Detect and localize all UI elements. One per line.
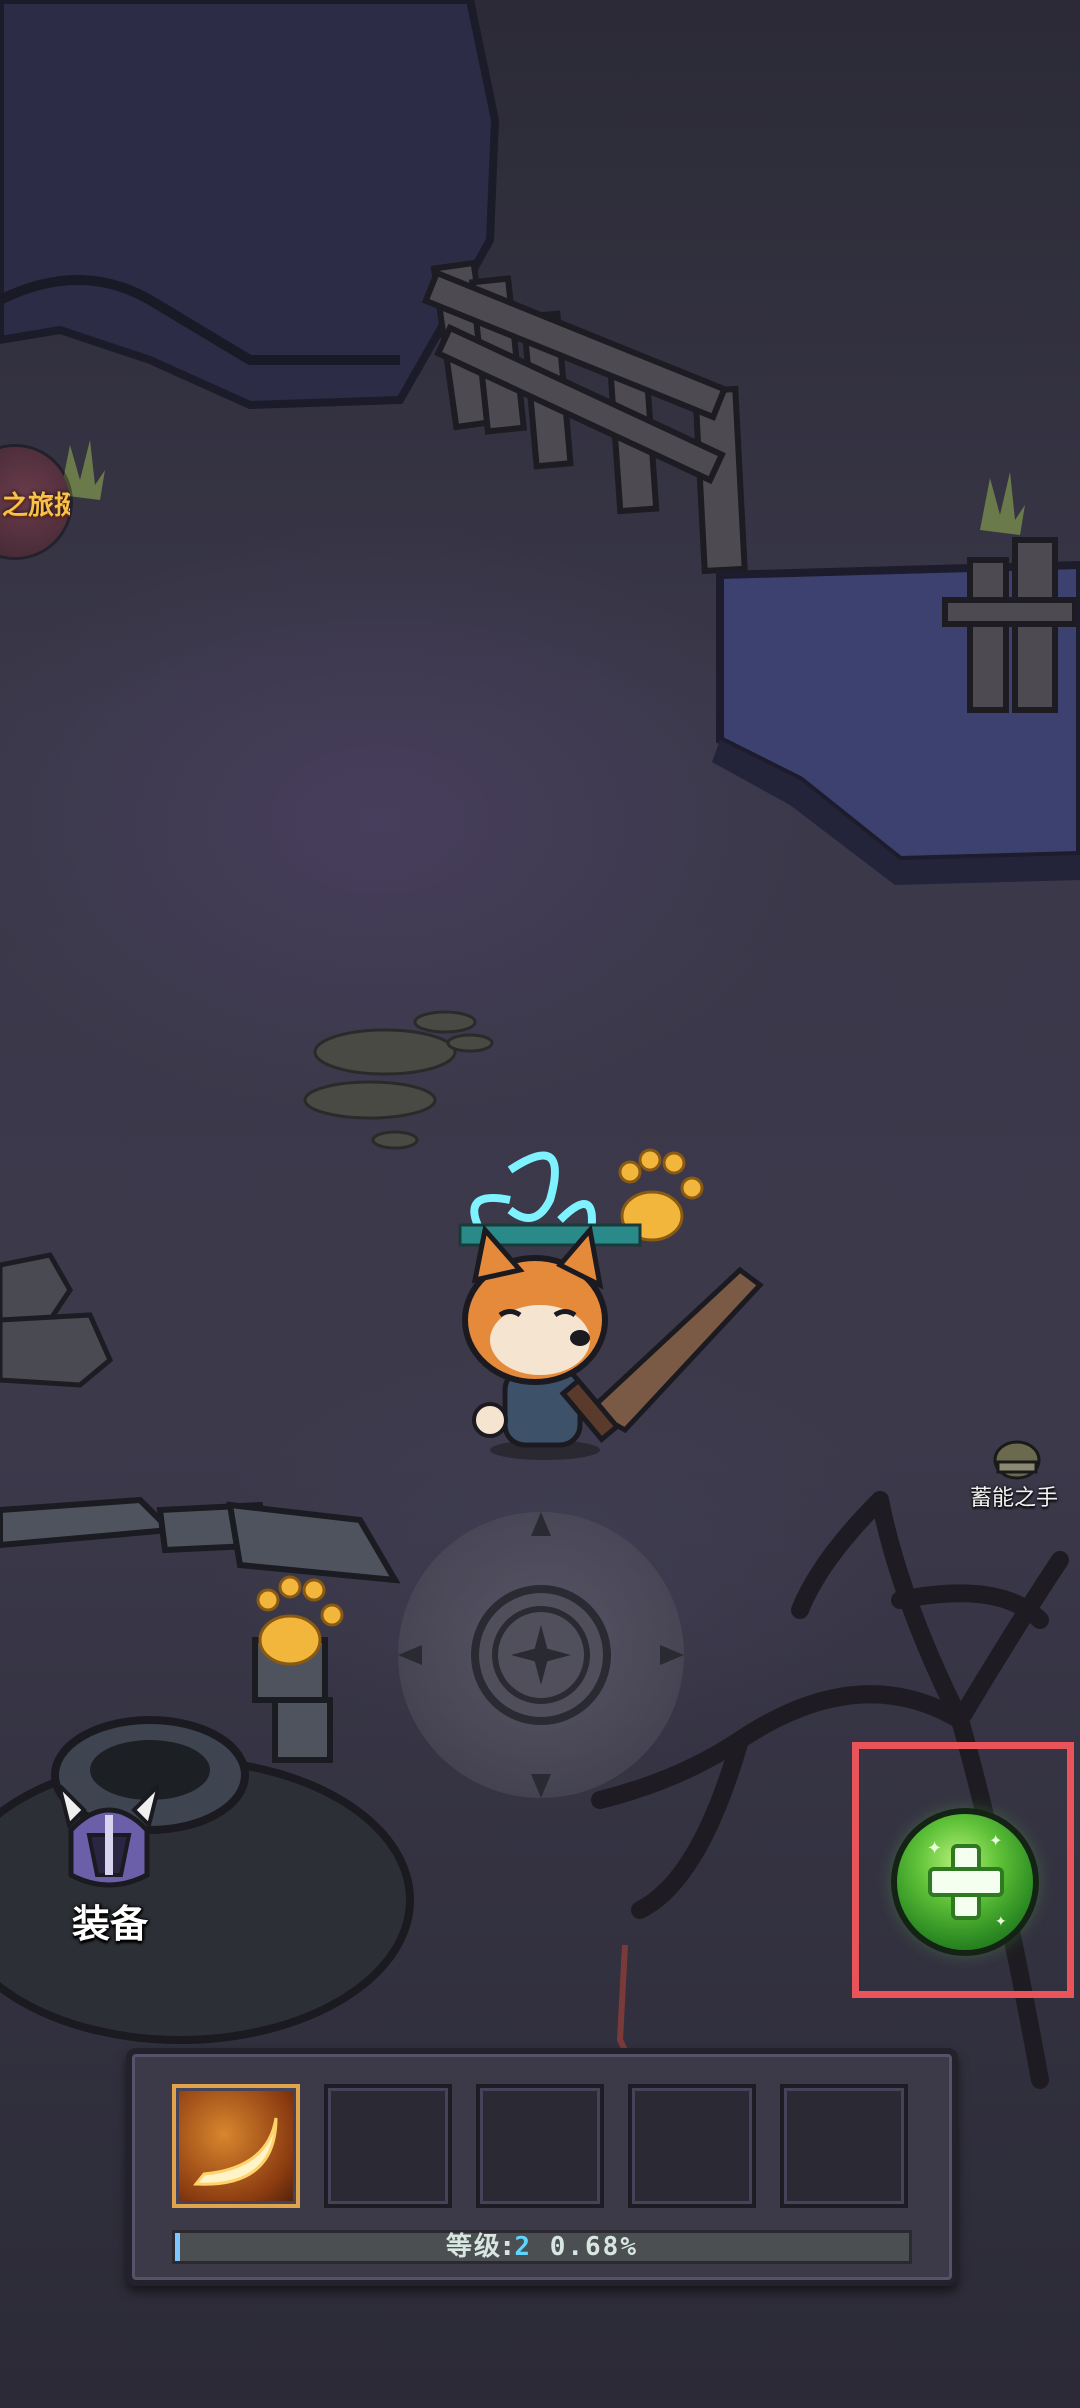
ground-crack: [616, 1944, 633, 2062]
crescent-slash-icon: [192, 2117, 278, 2186]
shiba-warrior-player: [458, 1151, 764, 1460]
joystick-arrows-icon: [398, 1512, 684, 1798]
glove-icon: [993, 1440, 1041, 1480]
skill-slot-3[interactable]: [476, 2084, 604, 2208]
equipment-button[interactable]: 装备: [55, 1785, 175, 1946]
level-value: 2: [514, 2232, 533, 2262]
svg-text:✦: ✦: [927, 1838, 942, 1859]
xp-percent: 0.68%: [549, 2232, 638, 2262]
charge-hand-item[interactable]: 蓄能之手: [964, 1432, 1064, 1512]
svg-text:✦: ✦: [989, 1831, 1002, 1850]
fence-top: [421, 259, 748, 575]
equipment-label: 装备: [71, 1902, 148, 1946]
level-readout: 等级:2 0.68%: [175, 2233, 909, 2261]
charge-hand-label: 蓄能之手: [969, 1486, 1058, 1511]
cliff-top-left: [0, 0, 500, 410]
xp-progress-bar: 等级:2 0.68%: [172, 2230, 912, 2264]
svg-text:✦: ✦: [995, 1914, 1007, 1930]
grass-tuft: [980, 472, 1025, 535]
skill-slot-4[interactable]: [628, 2084, 756, 2208]
heal-skill-button[interactable]: ✦ ✦ ✦: [897, 1814, 1033, 1950]
event-badge-label: 之旅挺: [2, 491, 70, 521]
skill-slot-1[interactable]: [172, 2084, 300, 2208]
game-screen: 之旅挺 蓄能之手 装备 ✦ ✦ ✦ 等级:2 0.68%: [0, 0, 1080, 2408]
helmet-icon: [59, 1785, 159, 1888]
paw-print-pickup: [256, 1575, 344, 1666]
skill-slot-5[interactable]: [780, 2084, 908, 2208]
ruined-arch: [0, 1496, 401, 1763]
movement-joystick[interactable]: [398, 1512, 684, 1798]
green-plus-heal-icon: ✦ ✦ ✦: [927, 1831, 1007, 1930]
level-label: 等级:: [446, 2232, 515, 2262]
rocks-left: [0, 1252, 114, 1388]
skill-bar: 等级:2 0.68%: [126, 2048, 958, 2286]
skill-slot-2[interactable]: [324, 2084, 452, 2208]
